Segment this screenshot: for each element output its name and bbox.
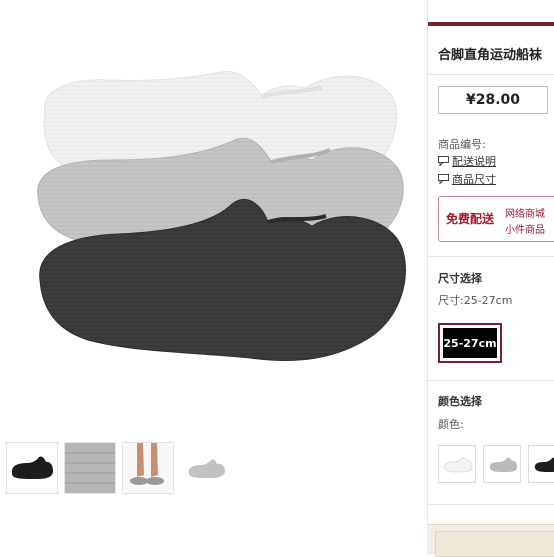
- divider: [428, 504, 554, 505]
- bottom-banner-card: [435, 531, 554, 557]
- price-display: ¥28.00: [438, 86, 548, 114]
- product-main-image: [0, 0, 420, 430]
- size-section-title: 尺寸选择: [438, 272, 482, 285]
- color-section-title: 颜色选择: [438, 395, 482, 408]
- color-swatch-white[interactable]: [438, 445, 476, 483]
- shipping-line-2: 小件商品: [505, 225, 545, 236]
- bottom-banner: [427, 524, 554, 557]
- size-info-link[interactable]: 商品尺寸: [438, 171, 496, 187]
- size-option-25-27cm[interactable]: 25-27cm: [438, 323, 502, 363]
- thumbnail-gray-sock[interactable]: [180, 442, 232, 494]
- divider: [428, 380, 554, 381]
- product-code-label: 商品编号:: [438, 138, 486, 151]
- thumbnail-worn-on-feet[interactable]: [122, 442, 174, 494]
- size-current-value: 尺寸:25-27cm: [438, 294, 513, 307]
- speech-bubble-icon: [438, 174, 449, 184]
- divider: [428, 256, 554, 257]
- thumbnail-gray-fabric[interactable]: [64, 442, 116, 494]
- size-option-label: 25-27cm: [443, 328, 497, 358]
- thumbnail-black-sock[interactable]: [6, 442, 58, 494]
- color-swatch-black[interactable]: [528, 445, 554, 483]
- size-info-label: 商品尺寸: [452, 173, 496, 186]
- delivery-info-link[interactable]: 配送说明: [438, 153, 496, 169]
- delivery-info-label: 配送说明: [452, 155, 496, 168]
- color-current-value: 颜色:: [438, 418, 464, 431]
- price-value: ¥28.00: [465, 92, 521, 108]
- panel-accent-bar: [428, 22, 554, 26]
- color-swatch-gray[interactable]: [483, 445, 521, 483]
- product-title: 合脚直角运动船袜: [438, 48, 543, 63]
- free-shipping-badge: 免费配送: [446, 212, 495, 226]
- purchase-panel: 合脚直角运动船袜 ¥28.00 商品编号: 配送说明 商品尺寸 免费配送 网络商…: [427, 0, 554, 554]
- shipping-line-1: 网络商城: [505, 209, 545, 220]
- free-shipping-box: 免费配送 网络商城 小件商品: [438, 196, 554, 242]
- speech-bubble-icon: [438, 156, 449, 166]
- divider: [428, 74, 554, 75]
